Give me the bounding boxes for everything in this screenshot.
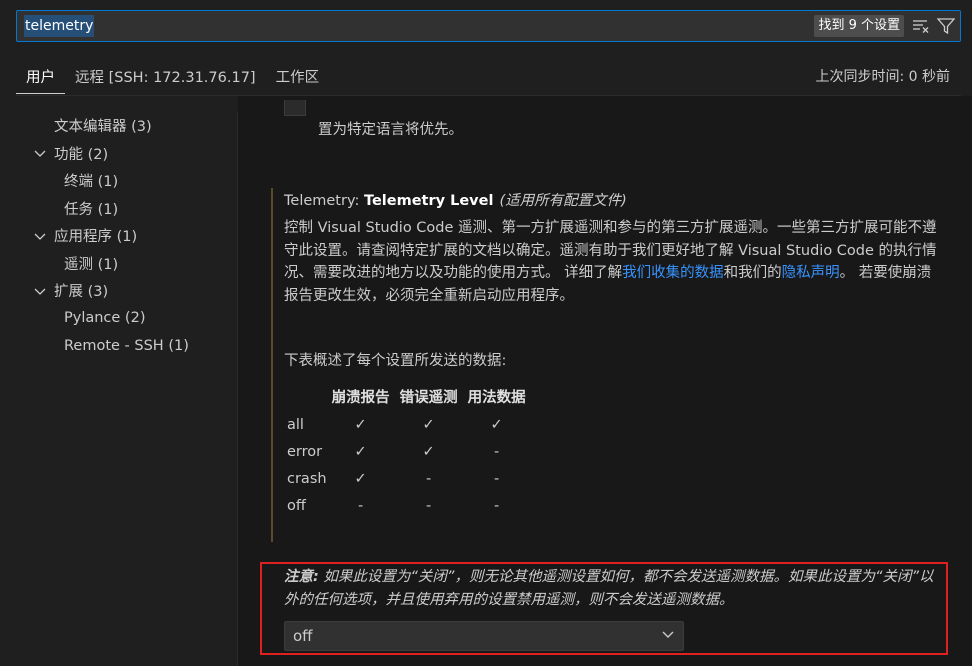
- filter-icon[interactable]: [935, 15, 957, 37]
- table-cell: ✓: [490, 416, 503, 433]
- settings-scope-tabs: 用户 远程 [SSH: 172.31.76.17] 工作区 上次同步时间: 0 …: [16, 56, 961, 96]
- setting-scope: (适用所有配置文件): [499, 193, 627, 209]
- table-cell: error: [287, 443, 323, 460]
- table-row: crash ✓ - -: [284, 465, 531, 492]
- previous-setting-description: 置为特定语言将优先。: [318, 122, 463, 138]
- toc-item-label: 功能 (2): [54, 146, 109, 163]
- chevron-down-icon[interactable]: [32, 283, 48, 299]
- table-header: [284, 382, 327, 411]
- table-cell: -: [493, 497, 500, 514]
- table-cell: off: [287, 497, 306, 514]
- setting-note: 注意: 如果此设置为“关闭”，则无论其他遥测设置如何，都不会发送遥测数据。如果此…: [284, 566, 944, 611]
- sync-status: 上次同步时间: 0 秒前: [815, 69, 950, 85]
- table-header: 崩溃报告: [331, 390, 390, 406]
- desc-text-2: 和我们的: [723, 265, 782, 281]
- setting-modified-indicator: [271, 188, 273, 542]
- table-cell: -: [493, 443, 500, 460]
- select-value: off: [293, 627, 313, 645]
- toc-item-features[interactable]: 功能 (2): [0, 140, 237, 168]
- settings-list: 置为特定语言将优先。 Telemetry: Telemetry Level (适用…: [238, 96, 972, 666]
- note-label: 注意:: [284, 569, 319, 585]
- toc-item-label: 扩展 (3): [54, 284, 109, 301]
- setting-telemetry-level: Telemetry: Telemetry Level (适用所有配置文件) 控制 …: [284, 189, 964, 519]
- table-cell: ✓: [354, 470, 367, 487]
- toc-item-text-editor[interactable]: 文本编辑器 (3): [0, 112, 237, 140]
- settings-toc: 文本编辑器 (3) 功能 (2) 终端 (1) 任务 (1) 应用程序 (1) …: [0, 112, 237, 360]
- toc-item-terminal[interactable]: 终端 (1): [0, 167, 237, 195]
- toc-item-remote-ssh[interactable]: Remote - SSH (1): [0, 332, 237, 360]
- toc-item-tasks[interactable]: 任务 (1): [0, 195, 237, 223]
- toc-item-label: 任务 (1): [64, 201, 119, 218]
- telemetry-table: 崩溃报告 错误遥测 用法数据 all ✓ ✓ ✓ error ✓ ✓ - cra…: [284, 382, 531, 519]
- toc-item-extensions[interactable]: 扩展 (3): [0, 277, 237, 305]
- tab-remote-ssh[interactable]: 远程 [SSH: 172.31.76.17]: [65, 56, 266, 94]
- table-cell: -: [357, 497, 364, 514]
- toc-item-telemetry[interactable]: 遥测 (1): [0, 250, 237, 278]
- table-row: all ✓ ✓ ✓: [284, 411, 531, 438]
- toc-item-label: 终端 (1): [64, 174, 119, 191]
- table-header-row: 崩溃报告 错误遥测 用法数据: [284, 382, 531, 411]
- previous-setting-checkbox[interactable]: [284, 100, 306, 116]
- toc-item-label: 文本编辑器 (3): [54, 119, 152, 136]
- search-input[interactable]: telemetry: [24, 15, 95, 37]
- tab-workspace[interactable]: 工作区: [266, 56, 330, 94]
- table-cell: crash: [287, 470, 327, 487]
- telemetry-level-select[interactable]: off: [284, 621, 684, 651]
- settings-search-box[interactable]: telemetry 找到 9 个设置: [16, 10, 961, 42]
- chevron-down-icon: [661, 627, 675, 645]
- table-row: off - - -: [284, 492, 531, 519]
- toc-item-application[interactable]: 应用程序 (1): [0, 222, 237, 250]
- table-header: 用法数据: [467, 390, 526, 406]
- toc-item-label: Remote - SSH (1): [64, 337, 189, 354]
- table-cell: ✓: [354, 416, 367, 433]
- table-cell: ✓: [422, 416, 435, 433]
- table-cell: ✓: [354, 443, 367, 460]
- chevron-down-icon[interactable]: [32, 228, 48, 244]
- toc-item-label: 应用程序 (1): [54, 229, 138, 246]
- table-cell: all: [287, 416, 304, 433]
- setting-title: Telemetry: Telemetry Level (适用所有配置文件): [284, 189, 964, 211]
- chevron-down-icon[interactable]: [32, 145, 48, 161]
- table-header: 错误遥测: [399, 390, 458, 406]
- collected-data-link[interactable]: 我们收集的数据: [622, 265, 724, 281]
- note-text: 如果此设置为“关闭”，则无论其他遥测设置如何，都不会发送遥测数据。如果此设置为“…: [284, 569, 934, 608]
- setting-description: 控制 Visual Studio Code 遥测、第一方扩展遥测和参与的第三方扩…: [284, 217, 944, 307]
- setting-name: Telemetry Level: [363, 193, 494, 209]
- table-cell: -: [425, 497, 432, 514]
- privacy-statement-link[interactable]: 隐私声明: [782, 265, 840, 281]
- table-overview-text: 下表概述了每个设置所发送的数据:: [284, 353, 507, 369]
- table-cell: -: [493, 470, 500, 487]
- result-count-badge: 找到 9 个设置: [814, 15, 904, 37]
- table-cell: ✓: [422, 443, 435, 460]
- toc-item-label: Pylance (2): [64, 310, 146, 327]
- table-cell: -: [425, 470, 432, 487]
- setting-category: Telemetry:: [284, 193, 364, 209]
- clear-filter-icon[interactable]: [910, 15, 932, 37]
- toc-item-label: 遥测 (1): [64, 256, 119, 273]
- tab-user[interactable]: 用户: [16, 56, 65, 94]
- toc-item-pylance[interactable]: Pylance (2): [0, 305, 237, 333]
- table-row: error ✓ ✓ -: [284, 438, 531, 465]
